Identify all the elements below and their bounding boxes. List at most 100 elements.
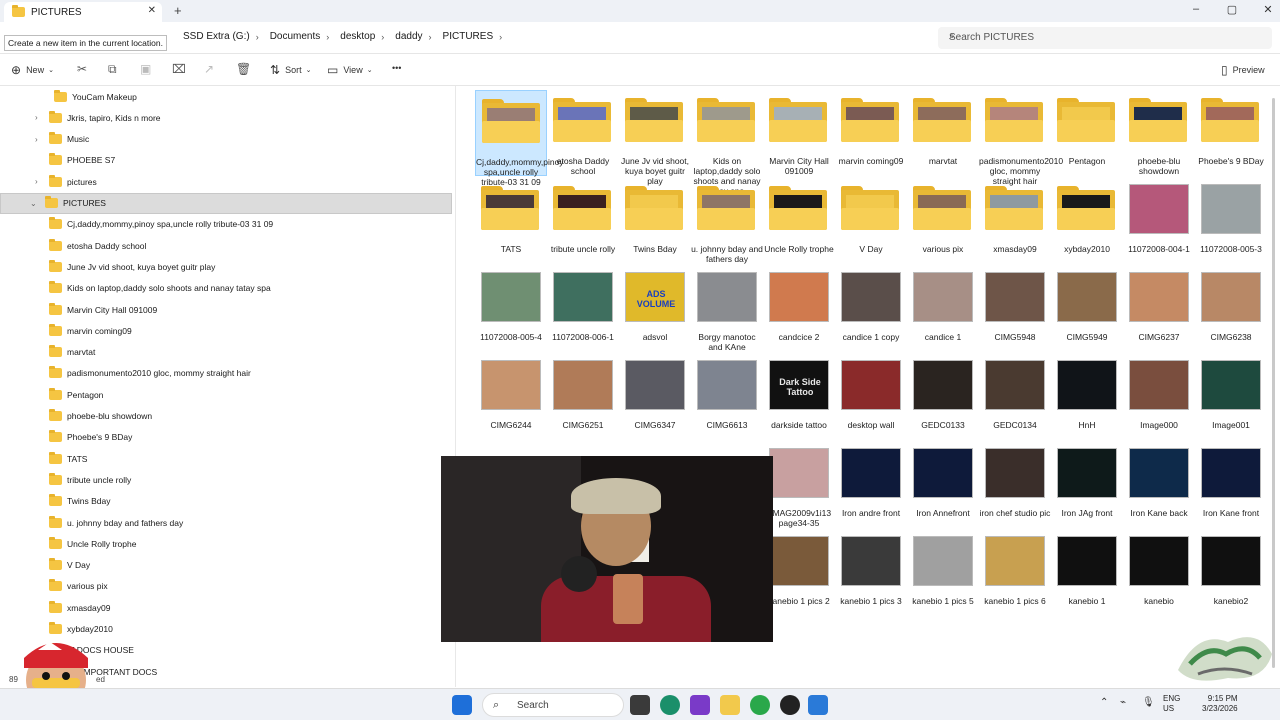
copy-icon[interactable]: ⧉ [108, 62, 117, 77]
nav-item[interactable]: Uncle Rolly trophe [0, 533, 452, 554]
image-tile[interactable]: Iron Annefront [907, 442, 979, 528]
paste-icon[interactable]: ▣ [140, 62, 151, 76]
folder-tile[interactable]: phoebe-blu showdown [1123, 90, 1195, 176]
breadcrumb-pictures[interactable]: PICTURES [443, 31, 494, 42]
chevron-right-icon[interactable]: › [35, 177, 38, 186]
image-tile[interactable]: candcice 2 [763, 266, 835, 352]
folder-tile[interactable]: xybday2010 [1051, 178, 1123, 264]
image-tile[interactable]: GEDC0134 [979, 354, 1051, 440]
cut-icon[interactable]: ✂ [77, 62, 87, 76]
chevron-up-icon[interactable]: ⌃ [1100, 697, 1108, 708]
image-tile[interactable]: 11072008-004-1 [1123, 178, 1195, 264]
image-tile[interactable]: kanebio [1123, 530, 1195, 616]
image-tile[interactable]: 11072008-006-1 [547, 266, 619, 352]
chevron-right-icon[interactable]: › [326, 32, 329, 42]
image-tile[interactable]: CIMG5949 [1051, 266, 1123, 352]
image-tile[interactable]: 11072008-005-3 [1195, 178, 1267, 264]
nav-item[interactable]: PHOEBE S7 [0, 150, 452, 171]
start-icon[interactable] [452, 695, 472, 715]
image-tile[interactable]: Image000 [1123, 354, 1195, 440]
chevron-right-icon[interactable]: › [35, 135, 38, 144]
search-box[interactable]: Search PICTURES ⌕ [938, 27, 1272, 49]
nav-item[interactable]: TATS [0, 448, 452, 469]
preview-button[interactable]: ▯ Preview [1221, 63, 1265, 77]
image-tile[interactable]: candice 1 copy [835, 266, 907, 352]
nav-item[interactable]: marvtat [0, 342, 452, 363]
image-tile[interactable]: PMAG2009v1i13 page34-35 [763, 442, 835, 528]
rename-icon[interactable]: ⌧ [172, 62, 186, 76]
image-tile[interactable]: iron chef studio pic [979, 442, 1051, 528]
image-tile[interactable]: Iron Kane back [1123, 442, 1195, 528]
network-icon[interactable]: ⌁ [1120, 697, 1126, 708]
folder-tile[interactable]: Cj,daddy,mommy,pinoy spa,uncle rolly tri… [475, 90, 564, 187]
folder-tile[interactable]: Uncle Rolly trophe [763, 178, 835, 264]
nav-item[interactable]: YouCam Makeup [0, 86, 452, 107]
folder-tile[interactable]: etosha Daddy school [547, 90, 619, 176]
file-explorer-icon[interactable] [720, 695, 740, 715]
chevron-right-icon[interactable]: › [35, 113, 38, 122]
breadcrumb-daddy[interactable]: daddy [395, 31, 422, 42]
chevron-right-icon[interactable]: › [381, 32, 384, 42]
nav-item[interactable]: V Day [0, 555, 452, 576]
image-tile[interactable]: candice 1 [907, 266, 979, 352]
nav-item[interactable]: › Music [0, 129, 452, 150]
photos-icon[interactable] [808, 695, 828, 715]
vertical-scrollbar[interactable] [1272, 98, 1275, 668]
folder-tile[interactable]: Pentagon [1051, 90, 1123, 176]
chevron-right-icon[interactable]: › [429, 32, 432, 42]
folder-tile[interactable]: u. johnny bday and fathers day [691, 178, 763, 264]
view-button[interactable]: ▭ View ⌄ [327, 63, 373, 77]
image-tile[interactable]: CIMG6237 [1123, 266, 1195, 352]
image-tile[interactable]: CIMG5948 [979, 266, 1051, 352]
clock[interactable]: 9:15 PM 3/23/2026 [1202, 694, 1238, 714]
more-options-button[interactable]: ••• [392, 63, 401, 73]
folder-tile[interactable]: Marvin City Hall 091009 [763, 90, 835, 176]
nav-item[interactable]: etosha Daddy school [0, 235, 452, 256]
folder-tile[interactable]: Phoebe's 9 BDay [1195, 90, 1267, 176]
nav-item[interactable]: › Jkris, tapiro, Kids n more [0, 107, 452, 128]
folder-tile[interactable]: June Jv vid shoot, kuya boyet guitr play [619, 90, 691, 186]
image-tile[interactable]: kanebio 1 pics 6 [979, 530, 1051, 616]
store-icon[interactable] [690, 695, 710, 715]
image-tile[interactable]: CIMG6347 [619, 354, 691, 440]
taskbar-search[interactable]: ⌕ Search [482, 693, 624, 717]
breadcrumb-drive[interactable]: SSD Extra (G:) [183, 31, 250, 42]
image-tile[interactable]: kanebio2 [1195, 530, 1267, 616]
folder-tile[interactable]: marvin coming09 [835, 90, 907, 176]
image-tile[interactable]: Iron JAg front [1051, 442, 1123, 528]
sort-button[interactable]: ⇅ Sort ⌄ [270, 63, 311, 77]
image-tile[interactable]: desktop wall [835, 354, 907, 440]
image-tile[interactable]: CIMG6244 [475, 354, 547, 440]
nav-item[interactable]: ⌄ PICTURES [0, 192, 452, 214]
image-tile[interactable]: CIMG6238 [1195, 266, 1267, 352]
image-tile[interactable]: CIMG6251 [547, 354, 619, 440]
close-window-button[interactable]: ✕ [1258, 3, 1278, 16]
image-tile[interactable]: Image001 [1195, 354, 1267, 440]
folder-tile[interactable]: V Day [835, 178, 907, 264]
task-view-icon[interactable] [630, 695, 650, 715]
obs-icon[interactable] [780, 695, 800, 715]
image-tile[interactable]: kanebio 1 pics 3 [835, 530, 907, 616]
image-tile[interactable]: HnH [1051, 354, 1123, 440]
image-tile[interactable]: kanebio 1 pics 5 [907, 530, 979, 616]
breadcrumb-documents[interactable]: Documents [270, 31, 321, 42]
image-tile[interactable]: GEDC0133 [907, 354, 979, 440]
edge-icon[interactable] [660, 695, 680, 715]
language-indicator[interactable]: ENG US [1163, 694, 1180, 714]
chevron-right-icon[interactable]: › [499, 32, 502, 42]
nav-item[interactable]: phoebe-blu showdown [0, 406, 452, 427]
nav-item[interactable]: marvin coming09 [0, 320, 452, 341]
image-tile[interactable]: kanebio 1 [1051, 530, 1123, 616]
folder-tile[interactable]: tribute uncle rolly [547, 178, 619, 264]
nav-item[interactable]: Pentagon [0, 384, 452, 405]
tab-pictures[interactable]: PICTURES ✕ [4, 2, 162, 22]
folder-tile[interactable]: xmasday09 [979, 178, 1051, 264]
new-tab-button[interactable]: + [174, 3, 182, 18]
folder-tile[interactable]: Kids on laptop,daddy solo shoots and nan… [691, 90, 763, 196]
chevron-right-icon[interactable]: › [256, 32, 259, 42]
nav-item[interactable]: Phoebe's 9 BDay [0, 427, 452, 448]
nav-item[interactable]: various pix [0, 576, 452, 597]
image-tile[interactable]: CIMG6613 [691, 354, 763, 440]
image-tile[interactable]: Iron andre front [835, 442, 907, 528]
delete-icon[interactable]: 🗑 [236, 62, 251, 76]
